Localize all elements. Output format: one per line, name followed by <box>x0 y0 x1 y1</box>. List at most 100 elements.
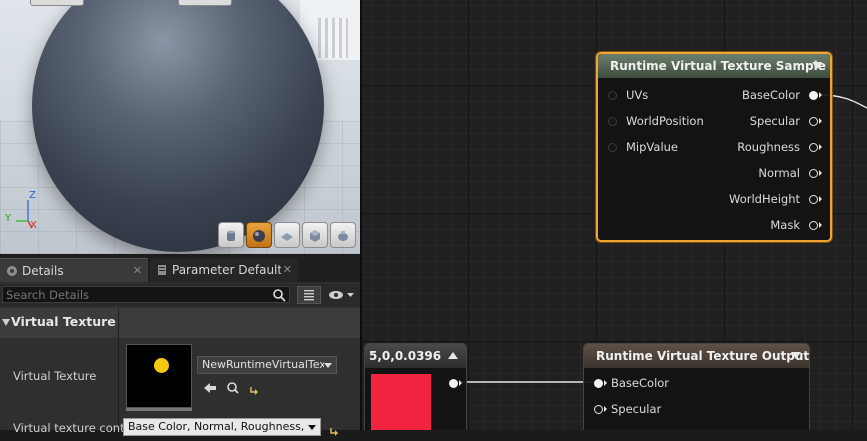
specular-output-pin[interactable] <box>809 117 818 126</box>
chevron-down-icon <box>324 363 332 368</box>
material-graph-canvas[interactable]: Runtime Virtual Texture Sample UVs World… <box>362 0 867 430</box>
reset-content-icon[interactable] <box>328 422 342 436</box>
teapot-icon <box>336 228 350 242</box>
mask-output-pin[interactable] <box>809 221 818 230</box>
mask-output-label: Mask <box>770 218 800 232</box>
property-matrix-button[interactable] <box>297 286 321 304</box>
output-node-title: Runtime Virtual Texture Output <box>596 349 810 363</box>
cube-icon <box>308 228 322 242</box>
pin-arrow-icon <box>819 144 822 150</box>
tab-parameter-defaults[interactable]: Parameter Defaults ✕ <box>150 258 298 282</box>
tab-details-close-icon[interactable]: ✕ <box>133 259 142 283</box>
virtual-texture-category[interactable]: Virtual Texture <box>0 308 360 338</box>
vector-node-header[interactable]: 5,0,0.0396 <box>365 344 466 368</box>
collapse-arrow-icon[interactable] <box>448 352 458 359</box>
runtime-virtual-texture-output-node[interactable]: Runtime Virtual Texture Output BaseColor… <box>583 343 810 430</box>
pin-arrow-icon <box>819 92 822 98</box>
eye-icon <box>329 291 354 299</box>
normal-output-pin[interactable] <box>809 169 818 178</box>
roughness-output-pin[interactable] <box>809 143 818 152</box>
search-icon[interactable] <box>272 287 286 302</box>
vector-output-pin[interactable] <box>449 379 458 388</box>
collapse-arrow-icon[interactable] <box>791 352 801 359</box>
virtual-texture-asset-icon <box>154 358 169 373</box>
virtual-texture-asset-picker[interactable]: NewRuntimeVirtualTexture <box>197 356 337 374</box>
pin-arrow-icon <box>604 380 607 386</box>
specular-input-pin[interactable] <box>594 405 603 414</box>
cylinder-icon <box>224 228 238 242</box>
virtual-texture-property-label: Virtual Texture <box>13 369 97 383</box>
axis-x-label: X <box>30 220 37 231</box>
axis-z-label: Z <box>29 190 36 201</box>
sample-node-title: Runtime Virtual Texture Sample <box>610 59 826 73</box>
virtual-texture-thumbnail[interactable] <box>126 344 192 408</box>
preview-cylinder-button[interactable] <box>218 222 244 248</box>
category-label: Virtual Texture <box>11 314 116 329</box>
tab-parameter-defaults-close-icon[interactable]: ✕ <box>280 258 292 282</box>
collapse-arrow-icon[interactable] <box>812 62 822 69</box>
specular-output-label: Specular <box>749 114 800 128</box>
pin-arrow-icon <box>819 196 822 202</box>
category-expand-icon[interactable] <box>2 319 10 326</box>
thumbnail-underline <box>126 408 192 411</box>
use-selected-asset-icon[interactable] <box>203 380 217 394</box>
tab-parameter-defaults-label: Parameter Defaults <box>172 263 289 277</box>
specular-input-label: Specular <box>611 402 662 416</box>
property-column-splitter[interactable] <box>118 308 119 430</box>
output-node-header[interactable]: Runtime Virtual Texture Output <box>584 344 809 368</box>
preview-custom-mesh-button[interactable] <box>330 222 356 248</box>
preview-plane-button[interactable] <box>274 222 300 248</box>
viewport-view-button[interactable] <box>178 0 232 6</box>
mipvalue-input-pin[interactable] <box>608 143 617 152</box>
virtual-texture-content-value: Base Color, Normal, Roughness, Specular <box>128 420 304 433</box>
sample-node-header[interactable]: Runtime Virtual Texture Sample <box>598 54 830 78</box>
pin-arrow-icon <box>819 222 822 228</box>
pin-arrow-icon <box>819 118 822 124</box>
browse-asset-icon[interactable] <box>226 380 240 394</box>
preview-cube-button[interactable] <box>302 222 328 248</box>
runtime-virtual-texture-sample-node[interactable]: Runtime Virtual Texture Sample UVs World… <box>596 52 832 242</box>
basecolor-output-label: BaseColor <box>741 88 800 102</box>
details-icon <box>6 261 18 276</box>
grid-icon <box>304 290 314 301</box>
tab-details[interactable]: Details ✕ <box>0 258 148 282</box>
worldheight-output-pin[interactable] <box>809 195 818 204</box>
color-preview-swatch <box>371 374 431 430</box>
roughness-output-label: Roughness <box>737 140 800 154</box>
plane-icon <box>280 228 294 242</box>
viewport-top-toolbar <box>30 0 330 6</box>
axis-gizmo: Z Y X <box>2 190 52 240</box>
details-search-row <box>0 284 360 306</box>
pin-arrow-icon <box>819 170 822 176</box>
background-building-windows <box>318 18 348 58</box>
vector-node-title: 5,0,0.0396 <box>369 349 442 363</box>
material-preview-viewport[interactable]: Z Y X <box>0 0 360 254</box>
uvs-input-pin[interactable] <box>608 91 617 100</box>
pin-arrow-icon <box>459 380 462 386</box>
worldposition-input-pin[interactable] <box>608 117 617 126</box>
normal-output-label: Normal <box>758 166 800 180</box>
worldheight-output-label: WorldHeight <box>729 192 800 206</box>
search-details-input[interactable] <box>2 286 290 303</box>
preview-mesh-toolbar <box>218 222 358 250</box>
viewport-menu-button[interactable] <box>30 0 84 6</box>
worldposition-input-label: WorldPosition <box>626 114 704 128</box>
constant-vector-node[interactable]: 5,0,0.0396 <box>364 343 467 430</box>
preview-sphere-button[interactable] <box>246 222 272 248</box>
uvs-input-label: UVs <box>626 88 649 102</box>
sphere-icon <box>252 228 266 242</box>
pin-arrow-icon <box>604 406 607 412</box>
parameter-icon <box>156 260 168 275</box>
basecolor-input-pin[interactable] <box>594 379 603 388</box>
virtual-texture-asset-value: NewRuntimeVirtualTexture <box>202 358 324 371</box>
view-options-button[interactable] <box>326 287 358 303</box>
axis-y-label: Y <box>5 213 12 224</box>
details-tab-bar: Details ✕ Parameter Defaults ✕ <box>0 256 360 282</box>
reset-to-default-icon[interactable] <box>248 381 262 395</box>
chevron-down-icon <box>308 425 316 430</box>
basecolor-output-pin[interactable] <box>809 91 818 100</box>
virtual-texture-content-dropdown[interactable]: Base Color, Normal, Roughness, Specular <box>123 418 321 436</box>
details-panel: Details ✕ Parameter Defaults ✕ Virtual T… <box>0 256 360 436</box>
tab-details-label: Details <box>22 264 64 278</box>
basecolor-input-label: BaseColor <box>611 376 670 390</box>
